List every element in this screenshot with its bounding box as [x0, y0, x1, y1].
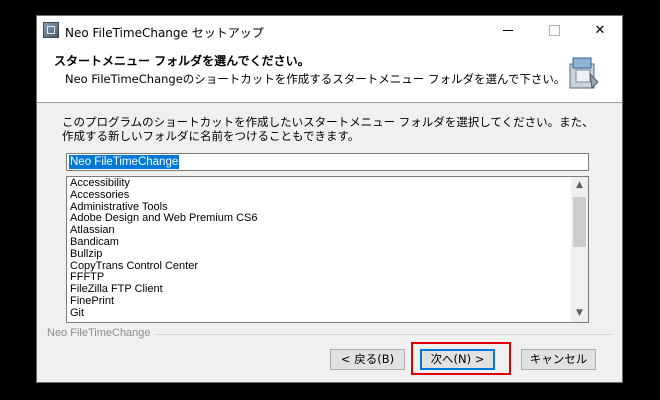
folder-list-items: Accessibility Accessories Administrative T…	[69, 177, 570, 320]
folder-name-input[interactable]: Neo FileTimeChange	[66, 153, 589, 171]
folder-list-item[interactable]: Bandicam	[69, 236, 570, 249]
window-title: Neo FileTimeChange セットアップ	[65, 26, 264, 40]
installer-app-icon	[43, 22, 59, 38]
folder-list-item[interactable]: Accessories	[69, 189, 570, 202]
folder-list-item[interactable]: CopyTrans Control Center	[69, 260, 570, 273]
minimize-icon	[503, 30, 513, 31]
setup-window: Neo FileTimeChange セットアップ ✕ スタートメニュー フォル…	[36, 15, 623, 383]
back-button[interactable]: < 戻る(B)	[330, 349, 405, 370]
instruction-text: このプログラムのショートカットを作成したいスタートメニュー フォルダを選択してく…	[62, 115, 594, 143]
title-bar[interactable]: Neo FileTimeChange セットアップ ✕	[37, 16, 622, 45]
scroll-thumb[interactable]	[573, 197, 586, 247]
maximize-icon	[548, 25, 560, 36]
scroll-up-icon[interactable]: ▲	[571, 177, 588, 194]
minimize-button[interactable]	[485, 16, 531, 45]
footer-group-label: Neo FileTimeChange	[47, 327, 155, 339]
wizard-header: スタートメニュー フォルダを選んでください。 Neo FileTimeChang…	[37, 45, 622, 103]
installer-box-icon	[569, 57, 599, 90]
folder-name-value: Neo FileTimeChange	[69, 155, 180, 169]
folder-list-item[interactable]: Adobe Design and Web Premium CS6	[69, 213, 570, 225]
folder-list-scrollbar[interactable]: ▲ ▼	[571, 177, 588, 322]
folder-list-item[interactable]: FinePrint	[69, 295, 570, 308]
folder-list-item[interactable]: FileZilla FTP Client	[69, 283, 570, 296]
cancel-button[interactable]: キャンセル	[521, 349, 596, 370]
folder-list-item[interactable]: Git	[69, 307, 570, 320]
folder-list-item[interactable]: Bullzip	[69, 248, 570, 261]
folder-list[interactable]: Accessibility Accessories Administrative T…	[66, 176, 589, 323]
maximize-button[interactable]	[531, 16, 577, 45]
scroll-down-icon[interactable]: ▼	[571, 305, 588, 322]
header-title: スタートメニュー フォルダを選んでください。	[54, 54, 310, 68]
close-button[interactable]: ✕	[577, 16, 623, 45]
folder-list-item[interactable]: Accessibility	[69, 177, 570, 190]
highlight-box	[411, 342, 511, 375]
folder-list-item[interactable]: Atlassian	[69, 224, 570, 237]
header-subtitle: Neo FileTimeChangeのショートカットを作成するスタートメニュー …	[65, 72, 566, 86]
